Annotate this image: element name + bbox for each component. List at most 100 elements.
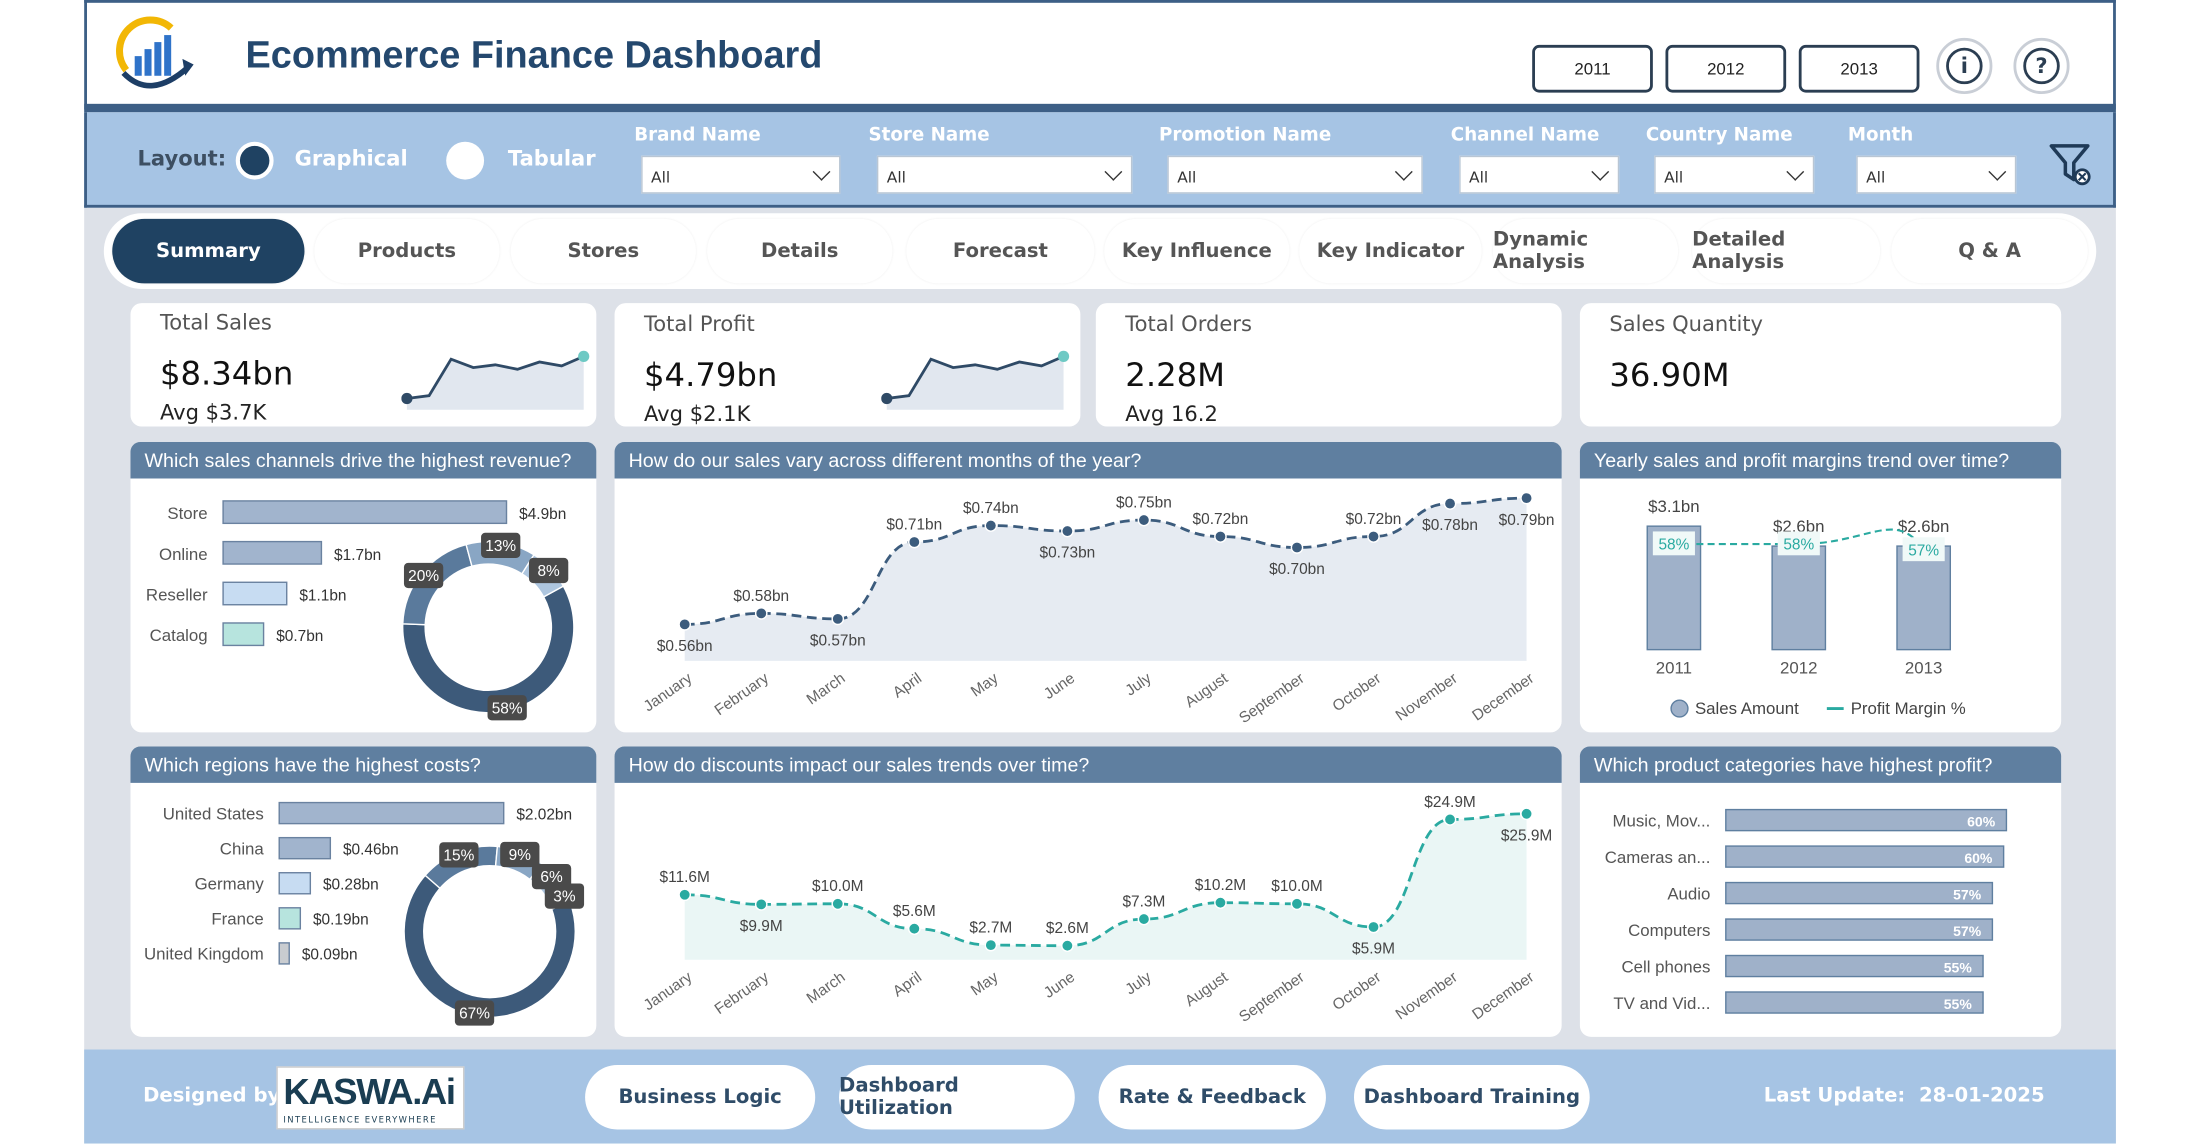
- donut-label: 8%: [537, 563, 560, 580]
- bar-category-label: Germany: [195, 875, 265, 894]
- bar-category-label: China: [220, 839, 265, 858]
- data-point: [1214, 896, 1227, 909]
- year-2011-button[interactable]: 2011: [1532, 44, 1653, 93]
- dashboard-utilization-button[interactable]: Dashboard Utilization: [839, 1064, 1075, 1130]
- legend-marker-sales: [1670, 699, 1689, 718]
- donut-label: 3%: [553, 889, 576, 906]
- bar-value-label: 57%: [1953, 923, 1982, 939]
- panel-title: How do discounts impact our sales trends…: [614, 746, 1562, 783]
- tab-key-influence[interactable]: Key Influence: [1104, 218, 1290, 284]
- tabular-radio[interactable]: [446, 141, 485, 180]
- chevron-down-icon: [1786, 162, 1805, 181]
- info-button[interactable]: i: [1936, 37, 1993, 95]
- data-label: $2.6M: [1046, 920, 1089, 937]
- bar-value-label: $1.1bn: [299, 588, 346, 605]
- panel-title: How do our sales vary across different m…: [614, 441, 1562, 479]
- bar-value-label: $2.02bn: [516, 806, 572, 823]
- bar: [1896, 545, 1952, 651]
- donut-label: 9%: [509, 847, 532, 864]
- promotion-filter-select[interactable]: All: [1167, 155, 1423, 194]
- bar-category-label: Store: [167, 504, 207, 523]
- data-label: $25.9M: [1501, 827, 1552, 844]
- x-tick-label: June: [1041, 670, 1078, 703]
- bar-value-label: 60%: [1964, 850, 1993, 866]
- x-tick-label: August: [1182, 669, 1232, 711]
- x-tick-label: November: [1393, 670, 1461, 725]
- tab-detailed-analysis[interactable]: Detailed Analysis: [1692, 218, 1881, 284]
- tab-key-indicator[interactable]: Key Indicator: [1299, 218, 1482, 284]
- kpi-average-label: Avg: [159, 399, 199, 426]
- bar-value-label: 55%: [1944, 959, 1973, 975]
- bar-category-label: Cell phones: [1622, 957, 1711, 976]
- data-label: $11.6M: [660, 869, 710, 886]
- data-point: [1443, 497, 1457, 510]
- tab-q-and-a[interactable]: Q & A: [1891, 218, 2088, 284]
- bar: [278, 907, 302, 930]
- country-filter-value: All: [1664, 168, 1684, 187]
- channel-filter-select[interactable]: All: [1459, 155, 1620, 194]
- year-2012-button[interactable]: 2012: [1665, 44, 1787, 93]
- data-label: $0.79bn: [1499, 512, 1555, 529]
- bar-value-label: $0.09bn: [302, 947, 358, 964]
- year-2013-button[interactable]: 2013: [1798, 44, 1920, 93]
- x-tick-label: May: [968, 670, 1002, 701]
- data-point: [1137, 912, 1151, 926]
- bar: [222, 540, 323, 565]
- data-point: [1520, 807, 1533, 821]
- x-tick-label: February: [712, 969, 773, 1018]
- data-label: $5.6M: [893, 903, 936, 920]
- bar-category-label: TV and Vid...: [1613, 994, 1710, 1013]
- dashboard-training-button[interactable]: Dashboard Training: [1353, 1064, 1590, 1130]
- bar-value-label: $0.7bn: [276, 628, 323, 645]
- panel-title: Which sales channels drive the highest r…: [130, 441, 597, 479]
- last-update-value: 28-01-2025: [1918, 1084, 2045, 1108]
- x-tick-label: February: [712, 670, 773, 719]
- data-point: [678, 888, 692, 902]
- tab-forecast[interactable]: Forecast: [906, 218, 1095, 284]
- business-logic-button[interactable]: Business Logic: [585, 1064, 816, 1130]
- data-label: $2.7M: [969, 919, 1012, 936]
- x-tick-label: January: [641, 670, 696, 716]
- graphical-radio[interactable]: [235, 141, 274, 180]
- legend-label: Profit Margin %: [1851, 699, 1966, 718]
- x-tick-label: 2012: [1780, 658, 1817, 677]
- help-button[interactable]: ?: [2013, 37, 2070, 95]
- rate-feedback-button[interactable]: Rate & Feedback: [1098, 1064, 1326, 1130]
- store-filter-select[interactable]: All: [876, 155, 1133, 194]
- x-tick-label: April: [890, 670, 925, 702]
- tab-summary[interactable]: Summary: [112, 218, 305, 284]
- data-label: 57%: [1908, 543, 1939, 560]
- data-point: [1061, 524, 1074, 538]
- x-tick-label: March: [804, 670, 849, 709]
- data-point: [1367, 530, 1380, 543]
- kpi-value: 2.28M: [1125, 357, 1225, 395]
- tab-details[interactable]: Details: [707, 218, 893, 284]
- clear-filter-icon[interactable]: [2049, 140, 2094, 188]
- tab-products[interactable]: Products: [314, 218, 500, 284]
- brand-filter-select[interactable]: All: [641, 155, 841, 194]
- data-label: $0.78bn: [1422, 517, 1478, 534]
- data-point: [1367, 920, 1380, 934]
- data-label: 58%: [1783, 537, 1814, 554]
- help-icon: ?: [2023, 47, 2060, 85]
- bar-value-label: $0.19bn: [313, 912, 369, 929]
- data-point: [1290, 897, 1304, 911]
- tab-stores[interactable]: Stores: [510, 218, 696, 284]
- kpi-average: Avg 16.2: [1125, 401, 1218, 426]
- data-point: [1520, 491, 1533, 505]
- bar-value-label: 60%: [1967, 813, 1996, 829]
- data-point: [1443, 813, 1457, 826]
- categories-chart: Music, Mov... 60% Cameras an... 60% Audio 57%…: [1605, 808, 2008, 1014]
- chevron-down-icon: [1591, 162, 1610, 181]
- bar: [278, 836, 332, 860]
- tab-dynamic-analysis[interactable]: Dynamic Analysis: [1492, 218, 1679, 284]
- yearly-chart: $3.1bn2011$2.6bn2012$2.6bn201358% 58% 57%S…: [1646, 497, 1966, 718]
- panel-title: Which product categories have highest pr…: [1579, 746, 2062, 783]
- kpi-value: $4.79bn: [644, 357, 778, 395]
- sparkline-end-point: [578, 350, 590, 362]
- bar: [222, 500, 508, 525]
- regions-chart: United States $2.02bn China $0.46bn Germany $…: [144, 801, 585, 1026]
- month-filter-select[interactable]: All: [1856, 155, 2017, 194]
- store-filter-value: All: [886, 168, 906, 187]
- country-filter-select[interactable]: All: [1654, 155, 1815, 194]
